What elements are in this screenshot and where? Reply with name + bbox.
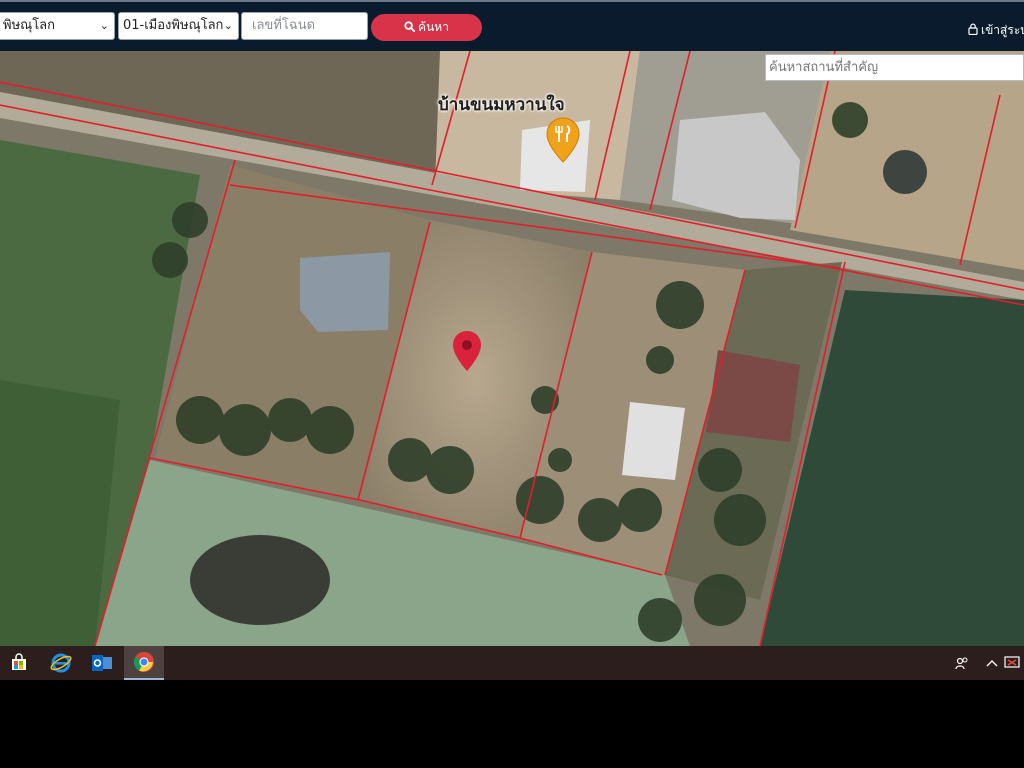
province-select[interactable]: พิษณุโลก ⌄ <box>0 12 115 40</box>
location-pin-icon[interactable] <box>452 330 482 372</box>
chevron-up-icon[interactable] <box>986 658 998 668</box>
people-icon[interactable] <box>955 656 969 670</box>
outlook-icon <box>92 655 112 671</box>
chrome-icon <box>133 652 154 672</box>
search-button-label: ค้นหา <box>418 20 449 34</box>
outlook-button[interactable] <box>82 646 122 680</box>
lock-icon <box>968 23 978 36</box>
windows-store-icon <box>12 653 26 670</box>
windows-store-button[interactable] <box>0 646 40 680</box>
internet-explorer-icon <box>50 653 72 673</box>
satellite-map[interactable] <box>0 51 1024 646</box>
chrome-button[interactable] <box>124 646 164 680</box>
place-search-input[interactable]: ค้นหาสถานที่สำคัญ <box>765 54 1024 81</box>
internet-explorer-button[interactable] <box>40 646 80 680</box>
toolbar: พิษณุโลก ⌄ 01-เมืองพิษณุโลก ⌄ เลขที่โฉนด… <box>0 0 1024 51</box>
login-label: เข้าสู่ระบ <box>981 23 1024 37</box>
district-value: 01-เมืองพิษณุโลก <box>123 18 224 33</box>
district-select[interactable]: 01-เมืองพิษณุโลก ⌄ <box>118 12 239 40</box>
search-icon <box>404 21 416 33</box>
province-value: พิษณุโลก <box>3 18 56 33</box>
place-search-placeholder: ค้นหาสถานที่สำคัญ <box>769 60 879 75</box>
satellite-imagery <box>0 51 1024 646</box>
poi-label: บ้านขนมหวานใจ <box>438 95 565 115</box>
taskbar <box>0 646 1024 680</box>
notification-icon[interactable] <box>1004 656 1020 670</box>
deed-number-input[interactable]: เลขที่โฉนด <box>241 12 368 40</box>
login-link[interactable]: เข้าสู่ระบ <box>968 21 1024 40</box>
chevron-down-icon: ⌄ <box>99 19 109 32</box>
deed-number-placeholder: เลขที่โฉนด <box>252 18 316 33</box>
screen-bezel <box>0 680 1024 768</box>
restaurant-pin-icon[interactable] <box>546 117 580 163</box>
search-button[interactable]: ค้นหา <box>371 14 482 41</box>
chevron-down-icon: ⌄ <box>223 19 233 32</box>
